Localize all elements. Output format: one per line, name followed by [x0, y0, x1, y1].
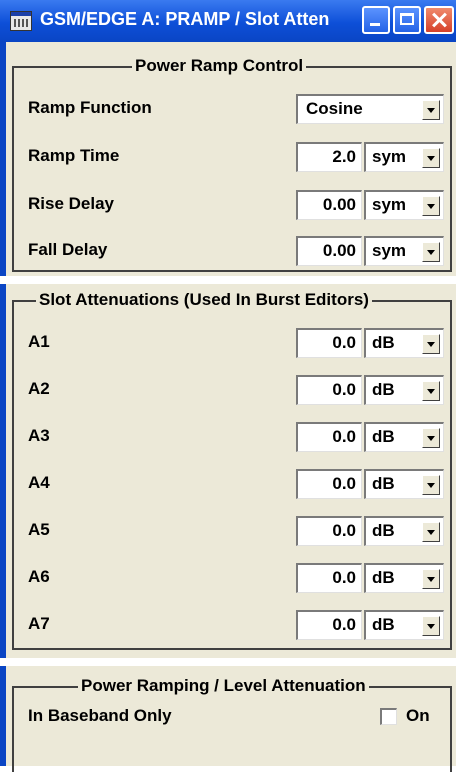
- chevron-down-icon[interactable]: [422, 334, 440, 354]
- ramp-time-value: 2.0: [332, 147, 356, 166]
- slot-a4-unit: dB: [372, 474, 395, 493]
- slot-a2-unit: dB: [372, 380, 395, 399]
- slot-a2-input[interactable]: 0.0: [296, 375, 362, 405]
- slot-a3-input[interactable]: 0.0: [296, 422, 362, 452]
- chevron-down-icon[interactable]: [422, 522, 440, 542]
- ramp-function-select[interactable]: Cosine: [296, 94, 444, 124]
- chevron-down-icon[interactable]: [422, 242, 440, 262]
- chevron-down-icon[interactable]: [422, 100, 440, 120]
- chevron-down-icon[interactable]: [422, 569, 440, 589]
- rise-delay-unit: sym: [372, 195, 407, 214]
- slot-a7-label: A7: [28, 614, 50, 633]
- ramp-function-value: Cosine: [306, 99, 363, 118]
- power-ramping-level-group: Power Ramping / Level Attenuation In Bas…: [12, 676, 452, 772]
- slot-a5-value: 0.0: [332, 521, 356, 540]
- slot-a1-input[interactable]: 0.0: [296, 328, 362, 358]
- ramp-time-unit-select[interactable]: sym: [364, 142, 444, 172]
- fall-delay-label: Fall Delay: [28, 240, 108, 259]
- rise-delay-unit-select[interactable]: sym: [364, 190, 444, 220]
- window-title: GSM/EDGE A: PRAMP / Slot Atten: [40, 9, 330, 29]
- slot-a7-unit: dB: [372, 615, 395, 634]
- slot-a5-input[interactable]: 0.0: [296, 516, 362, 546]
- fall-delay-input[interactable]: 0.00: [296, 236, 362, 266]
- slot-attenuations-group: Slot Attenuations (Used In Burst Editors…: [12, 290, 452, 650]
- power-ramp-control-legend: Power Ramp Control: [132, 56, 307, 76]
- slot-a3-unit: dB: [372, 427, 395, 446]
- slot-a1-label: A1: [28, 332, 50, 351]
- slot-a7-unit-select[interactable]: dB: [364, 610, 444, 640]
- rise-delay-label: Rise Delay: [28, 194, 114, 213]
- chevron-down-icon[interactable]: [422, 475, 440, 495]
- power-ramp-control-group: Power Ramp Control Ramp Function Cosine …: [12, 56, 452, 272]
- rise-delay-input[interactable]: 0.00: [296, 190, 362, 220]
- chevron-down-icon[interactable]: [422, 616, 440, 636]
- slot-a1-unit: dB: [372, 333, 395, 352]
- slot-a2-value: 0.0: [332, 380, 356, 399]
- power-ramp-panel: Power Ramp Control Ramp Function Cosine …: [0, 42, 456, 276]
- ramp-time-input[interactable]: 2.0: [296, 142, 362, 172]
- ramp-time-unit: sym: [372, 147, 407, 166]
- close-button[interactable]: [424, 6, 454, 34]
- slot-a5-unit-select[interactable]: dB: [364, 516, 444, 546]
- power-ramping-panel: Power Ramping / Level Attenuation In Bas…: [0, 666, 456, 772]
- ramp-time-label: Ramp Time: [28, 146, 120, 165]
- slot-a3-unit-select[interactable]: dB: [364, 422, 444, 452]
- chevron-down-icon[interactable]: [422, 148, 440, 168]
- slot-a6-input[interactable]: 0.0: [296, 563, 362, 593]
- window-titlebar[interactable]: GSM/EDGE A: PRAMP / Slot Atten: [0, 0, 456, 43]
- maximize-button[interactable]: [393, 6, 421, 34]
- slot-a7-value: 0.0: [332, 615, 356, 634]
- rise-delay-value: 0.00: [322, 195, 356, 214]
- slot-a4-label: A4: [28, 473, 50, 492]
- slot-a2-unit-select[interactable]: dB: [364, 375, 444, 405]
- slot-attenuations-legend: Slot Attenuations (Used In Burst Editors…: [36, 290, 372, 310]
- app-window-icon: [10, 11, 32, 31]
- slot-a4-input[interactable]: 0.0: [296, 469, 362, 499]
- slot-a4-unit-select[interactable]: dB: [364, 469, 444, 499]
- slot-a3-value: 0.0: [332, 427, 356, 446]
- slot-a6-value: 0.0: [332, 568, 356, 587]
- fall-delay-unit-select[interactable]: sym: [364, 236, 444, 266]
- fall-delay-value: 0.00: [322, 241, 356, 260]
- in-baseband-only-checkbox[interactable]: [380, 708, 397, 725]
- minimize-button[interactable]: [362, 6, 390, 34]
- in-baseband-only-label: In Baseband Only: [28, 706, 172, 725]
- chevron-down-icon[interactable]: [422, 381, 440, 401]
- slot-a4-value: 0.0: [332, 474, 356, 493]
- chevron-down-icon[interactable]: [422, 196, 440, 216]
- ramp-function-label: Ramp Function: [28, 98, 152, 117]
- chevron-down-icon[interactable]: [422, 428, 440, 448]
- slot-attenuations-panel: Slot Attenuations (Used In Burst Editors…: [0, 284, 456, 658]
- slot-a6-unit-select[interactable]: dB: [364, 563, 444, 593]
- slot-a1-unit-select[interactable]: dB: [364, 328, 444, 358]
- slot-a6-label: A6: [28, 567, 50, 586]
- in-baseband-only-checkbox-label[interactable]: On: [406, 706, 430, 726]
- slot-a7-input[interactable]: 0.0: [296, 610, 362, 640]
- slot-a5-label: A5: [28, 520, 50, 539]
- slot-a5-unit: dB: [372, 521, 395, 540]
- fall-delay-unit: sym: [372, 241, 407, 260]
- slot-a2-label: A2: [28, 379, 50, 398]
- slot-a6-unit: dB: [372, 568, 395, 587]
- power-ramping-level-legend: Power Ramping / Level Attenuation: [78, 676, 369, 696]
- slot-a1-value: 0.0: [332, 333, 356, 352]
- slot-a3-label: A3: [28, 426, 50, 445]
